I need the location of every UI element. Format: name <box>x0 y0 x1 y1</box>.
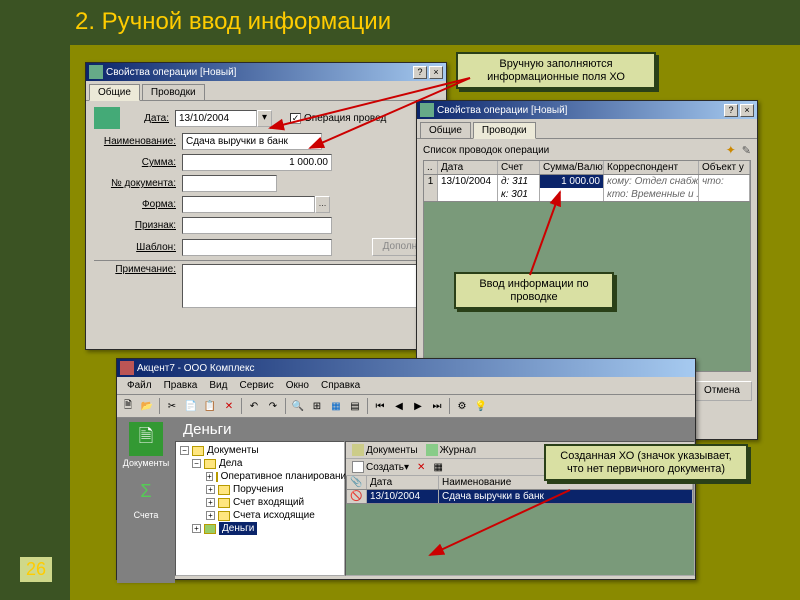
label-sign: Признак: <box>94 220 182 231</box>
tab-postings[interactable]: Проводки <box>142 84 205 100</box>
calc-icon[interactable]: ▤ <box>346 397 364 415</box>
label-form: Форма: <box>94 199 182 210</box>
callout-1: Вручную заполняются информационные поля … <box>456 52 656 89</box>
grid-header: .. Дата Счет Сумма/Валюта Корреспондент … <box>423 160 751 175</box>
sidebar-item-label: Счета <box>134 510 159 520</box>
toolbar: 🗎 📂 ✂ 📄 📋 ✕ ↶ ↷ 🔍 ⊞ ▦ ▤ ⏮ ◀ ▶ ⏭ ⚙ 💡 <box>117 395 695 418</box>
tree-view[interactable]: −Документы −Дела +Оперативное планирован… <box>175 441 345 576</box>
form-input[interactable] <box>182 196 315 213</box>
tab-postings[interactable]: Проводки <box>473 122 536 139</box>
window-icon <box>89 65 103 79</box>
create-button[interactable]: Создать ▾ <box>349 460 412 474</box>
form-lookup[interactable]: … <box>315 196 330 213</box>
wrench-icon[interactable]: ✎ <box>742 144 751 157</box>
tab-general[interactable]: Общие <box>89 84 140 101</box>
checkbox-label: Операция провед <box>304 113 386 124</box>
label-docnum: № документа: <box>94 178 182 189</box>
date-input[interactable] <box>175 110 257 127</box>
grid-icon[interactable]: ▦ <box>433 462 442 473</box>
sidebar: 🗎 Документы Σ Счета <box>117 418 175 583</box>
copy-icon[interactable]: 📄 <box>182 397 200 415</box>
page-number: 26 <box>20 557 52 582</box>
cut-icon[interactable]: ✂ <box>163 397 181 415</box>
callout-2: Ввод информации по проводке <box>454 272 614 309</box>
accounts-icon[interactable]: Σ <box>129 474 163 508</box>
note-input[interactable] <box>182 264 422 308</box>
paste-icon[interactable]: 📋 <box>201 397 219 415</box>
tree-icon[interactable]: ⊞ <box>308 397 326 415</box>
docnum-input[interactable] <box>182 175 277 192</box>
label-name: Наименование: <box>94 136 182 147</box>
menu-service[interactable]: Сервис <box>233 378 279 393</box>
name-input[interactable] <box>182 133 322 150</box>
menu-view[interactable]: Вид <box>203 378 233 393</box>
titlebar-2[interactable]: Свойства операции [Новый] ? × <box>417 101 757 119</box>
template-input[interactable] <box>182 239 332 256</box>
undo-icon[interactable]: ↶ <box>245 397 263 415</box>
close-button[interactable]: × <box>740 104 754 117</box>
menu-help[interactable]: Справка <box>315 378 366 393</box>
gear-icon[interactable]: ⚙ <box>453 397 471 415</box>
delete-icon[interactable]: ✕ <box>417 462 425 473</box>
slide-title: 2. Ручной ввод информации <box>75 8 391 36</box>
redo-icon[interactable]: ↷ <box>264 397 282 415</box>
label-date: Дата: <box>120 113 175 124</box>
callout-3: Созданная ХО (значок указывает, что нет … <box>544 444 748 481</box>
star-icon[interactable]: ✦ <box>726 143 736 157</box>
menu-file[interactable]: Файл <box>121 378 158 393</box>
help-icon[interactable]: 💡 <box>472 397 490 415</box>
open-icon[interactable]: 📂 <box>138 397 156 415</box>
nav-first-icon[interactable]: ⏮ <box>371 397 389 415</box>
app-icon <box>120 361 134 375</box>
new-icon[interactable]: 🗎 <box>119 397 137 415</box>
delete-icon[interactable]: ✕ <box>220 397 238 415</box>
label-note: Примечание: <box>94 264 182 275</box>
find-icon[interactable]: 🔍 <box>289 397 307 415</box>
properties-window-general: Свойства операции [Новый] ? × Общие Пров… <box>85 62 447 350</box>
menu-window[interactable]: Окно <box>280 378 315 393</box>
sign-input[interactable] <box>182 217 332 234</box>
window-icon <box>420 103 434 117</box>
window-title: Свойства операции [Новый] <box>437 105 567 116</box>
label-sum: Сумма: <box>94 157 182 168</box>
tabs-2: Общие Проводки <box>417 119 757 139</box>
nav-last-icon[interactable]: ⏭ <box>428 397 446 415</box>
grid-row[interactable]: к: 301 кто: Временные и ... <box>423 188 751 202</box>
sum-input[interactable] <box>182 154 332 171</box>
tabs-1: Общие Проводки <box>86 81 446 101</box>
nav-prev-icon[interactable]: ◀ <box>390 397 408 415</box>
documents-tab[interactable]: Документы <box>349 443 421 457</box>
checkbox-completed[interactable]: ✓ <box>290 113 301 124</box>
label-template: Шаблон: <box>94 242 182 253</box>
journal-tab[interactable]: Журнал <box>423 443 480 457</box>
close-button[interactable]: × <box>429 66 443 79</box>
form-icon <box>94 107 120 129</box>
date-dropdown[interactable]: ▾ <box>257 110 272 127</box>
list-row[interactable]: 🚫 13/10/2004 Сдача выручки в банк <box>346 490 694 504</box>
cancel-button[interactable]: Отмена <box>692 381 752 401</box>
nav-next-icon[interactable]: ▶ <box>409 397 427 415</box>
tab-general[interactable]: Общие <box>420 122 471 138</box>
grid-icon[interactable]: ▦ <box>327 397 345 415</box>
menubar: Файл Правка Вид Сервис Окно Справка <box>117 377 695 395</box>
help-button[interactable]: ? <box>413 66 427 79</box>
help-button[interactable]: ? <box>724 104 738 117</box>
titlebar-3[interactable]: Акцент7 - ООО Комплекс <box>117 359 695 377</box>
menu-edit[interactable]: Правка <box>158 378 204 393</box>
sidebar-item-label: Документы <box>123 458 169 468</box>
panel-title: Деньги <box>175 418 695 441</box>
postings-list-title: Список проводок операции <box>423 145 549 156</box>
titlebar-1[interactable]: Свойства операции [Новый] ? × <box>86 63 446 81</box>
documents-icon[interactable]: 🗎 <box>129 422 163 456</box>
app-title: Акцент7 - ООО Комплекс <box>137 363 254 374</box>
grid-row[interactable]: 1 13/10/2004 д: 311 1 000.00 кому: Отдел… <box>423 175 751 188</box>
window-title: Свойства операции [Новый] <box>106 67 236 78</box>
